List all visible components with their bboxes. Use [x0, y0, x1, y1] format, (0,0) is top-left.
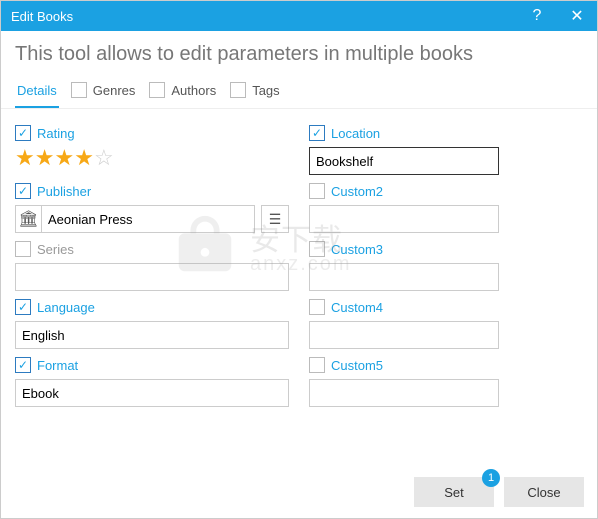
custom4-checkbox[interactable]: [309, 299, 325, 315]
checkbox-icon: [71, 82, 87, 98]
tab-authors[interactable]: Authors: [147, 76, 218, 108]
checkbox-icon: [230, 82, 246, 98]
location-checkbox[interactable]: [309, 125, 325, 141]
tab-details[interactable]: Details: [15, 77, 59, 108]
tabs-bar: Details Genres Authors Tags: [1, 72, 597, 109]
field-publisher: Publisher 🏛 Aeonian Press ☰: [15, 181, 289, 233]
field-series: Series: [15, 239, 289, 291]
field-custom4: Custom4: [309, 297, 583, 349]
field-custom3: Custom3: [309, 239, 583, 291]
format-select[interactable]: Ebook: [15, 379, 289, 407]
star-outline-icon[interactable]: ☆: [94, 147, 114, 169]
custom3-checkbox[interactable]: [309, 241, 325, 257]
custom2-label: Custom2: [331, 184, 383, 199]
custom4-input[interactable]: [309, 321, 499, 349]
building-icon: 🏛: [15, 205, 41, 233]
rating-label: Rating: [37, 126, 75, 141]
form-body: Rating ★ ★ ★ ★ ☆ Location Publisher 🏛 Ae…: [1, 109, 597, 407]
close-window-button[interactable]: ✕: [557, 1, 597, 31]
custom5-checkbox[interactable]: [309, 357, 325, 373]
star-icon[interactable]: ★: [15, 147, 35, 169]
custom2-checkbox[interactable]: [309, 183, 325, 199]
set-button[interactable]: Set 1: [414, 477, 494, 507]
tab-tags[interactable]: Tags: [228, 76, 281, 108]
footer: Set 1 Close: [414, 477, 584, 507]
series-label: Series: [37, 242, 74, 257]
custom2-input[interactable]: [309, 205, 499, 233]
star-icon[interactable]: ★: [74, 147, 94, 169]
window-title: Edit Books: [11, 9, 73, 24]
field-custom5: Custom5: [309, 355, 583, 407]
language-label: Language: [37, 300, 95, 315]
field-format: Format Ebook: [15, 355, 289, 407]
format-checkbox[interactable]: [15, 357, 31, 373]
publisher-select[interactable]: Aeonian Press: [41, 205, 255, 233]
list-icon[interactable]: ☰: [261, 205, 289, 233]
series-select[interactable]: [15, 263, 289, 291]
close-button[interactable]: Close: [504, 477, 584, 507]
custom5-input[interactable]: [309, 379, 499, 407]
publisher-checkbox[interactable]: [15, 183, 31, 199]
custom3-input[interactable]: [309, 263, 499, 291]
help-button[interactable]: ?: [517, 1, 557, 31]
field-custom2: Custom2: [309, 181, 583, 233]
custom5-label: Custom5: [331, 358, 383, 373]
field-location: Location: [309, 123, 583, 175]
location-label: Location: [331, 126, 380, 141]
star-icon[interactable]: ★: [54, 147, 74, 169]
publisher-label: Publisher: [37, 184, 91, 199]
series-checkbox[interactable]: [15, 241, 31, 257]
titlebar: Edit Books ? ✕: [1, 1, 597, 31]
set-badge: 1: [482, 469, 500, 487]
star-icon[interactable]: ★: [35, 147, 55, 169]
rating-stars[interactable]: ★ ★ ★ ★ ☆: [15, 147, 289, 169]
language-checkbox[interactable]: [15, 299, 31, 315]
tab-genres[interactable]: Genres: [69, 76, 138, 108]
custom3-label: Custom3: [331, 242, 383, 257]
custom4-label: Custom4: [331, 300, 383, 315]
field-rating: Rating ★ ★ ★ ★ ☆: [15, 123, 289, 175]
rating-checkbox[interactable]: [15, 125, 31, 141]
language-select[interactable]: English: [15, 321, 289, 349]
checkbox-icon: [149, 82, 165, 98]
format-label: Format: [37, 358, 78, 373]
subtitle: This tool allows to edit parameters in m…: [1, 31, 597, 72]
field-language: Language English: [15, 297, 289, 349]
location-input[interactable]: [309, 147, 499, 175]
